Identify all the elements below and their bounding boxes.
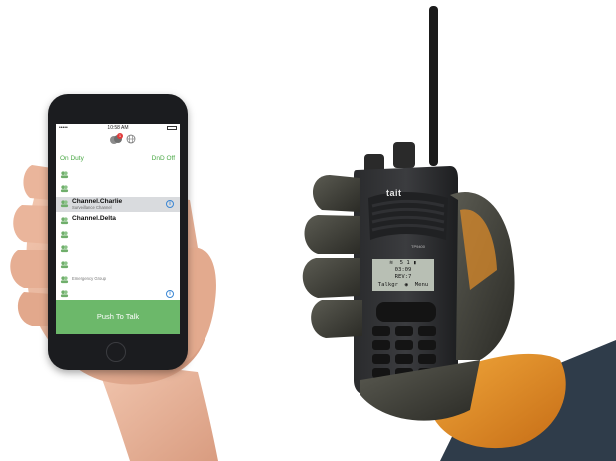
radio-display-line: ≋ 5 1 ▮	[389, 260, 417, 266]
glove-finger	[312, 175, 360, 212]
radio-display-line: Talkgr ◉ Menu	[377, 282, 429, 288]
radio-in-glove	[302, 6, 616, 461]
radio-display: ≋ 5 1 ▮ 03:09 REV:7 Talkgr ◉ Menu	[372, 259, 434, 291]
radio-display-line: 03:09	[394, 267, 412, 273]
glove-finger	[302, 258, 360, 298]
radio-brand-logo: tait	[386, 188, 402, 198]
radio-model: TP9400	[411, 244, 426, 249]
radio-antenna	[429, 6, 438, 166]
photo-scene: ••••• 10:58 AM 1 On Duty DnD Off Channel…	[0, 0, 616, 461]
channel-knob	[393, 142, 415, 168]
glove-finger	[311, 300, 362, 338]
glove-finger	[304, 215, 360, 254]
radio-display-line: REV:7	[394, 274, 412, 280]
